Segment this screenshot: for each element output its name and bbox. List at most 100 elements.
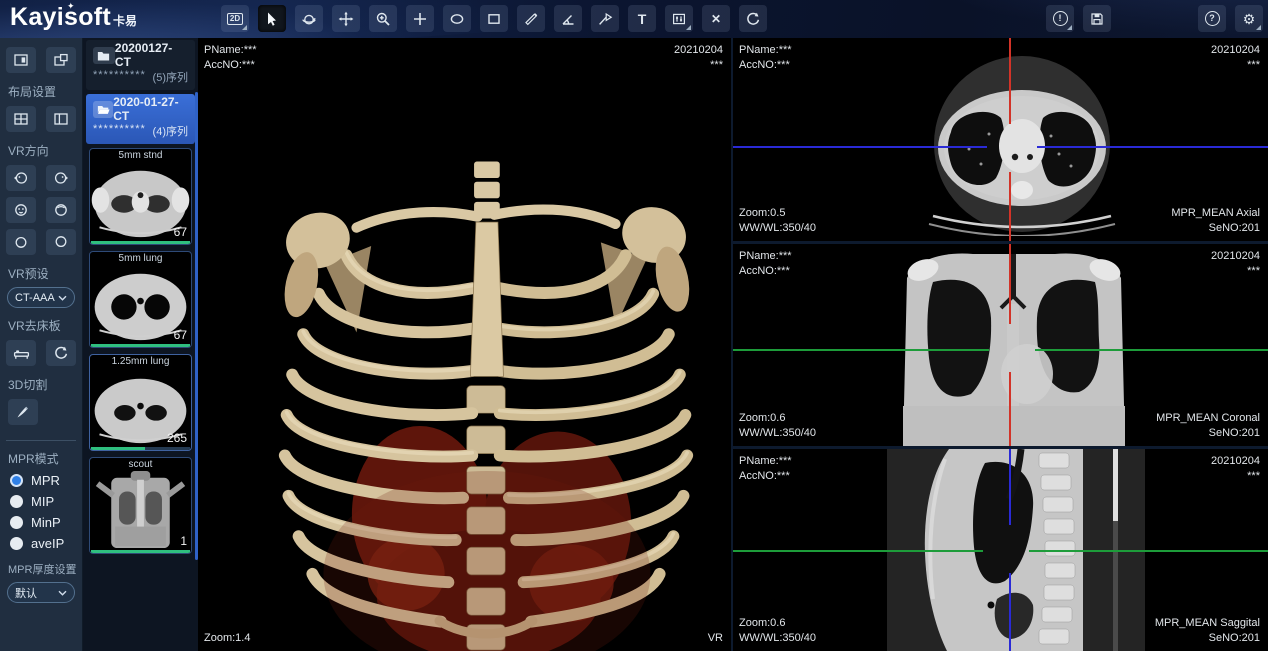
text-annotation-button[interactable]: T (628, 5, 656, 32)
axial-crosshair-h-right[interactable] (1037, 146, 1268, 148)
series-scrollbar[interactable] (195, 92, 198, 560)
wwwl: WW/WL:350/40 (739, 221, 816, 236)
reset-bed-button[interactable] (46, 340, 76, 366)
axial-crosshair-v-bottom[interactable] (1009, 172, 1011, 241)
sagittal-crosshair-h-left[interactable] (733, 550, 983, 552)
save-button[interactable] (1083, 5, 1111, 32)
vr-mode: VR (708, 631, 723, 646)
vr-preset-select[interactable]: CT-AAA (7, 287, 75, 308)
layout-buttons-row2 (6, 106, 76, 132)
series-thumbnail-5mm-stnd[interactable]: 5mm stnd 67 (89, 148, 192, 245)
measure-line-button[interactable] (517, 5, 545, 32)
coronal-crosshair-v-bottom[interactable] (1009, 372, 1011, 446)
axial-series-overlay: MPR_MEAN Axial SeNO:201 (1171, 206, 1260, 236)
radio-icon (10, 537, 23, 550)
ellipse-roi-icon (449, 11, 465, 27)
sagittal-patient-overlay: PName:*** AccNO:*** (739, 454, 792, 484)
measure-line-icon (523, 11, 539, 27)
seno: SeNO:201 (1171, 221, 1260, 236)
reset-view-button[interactable] (739, 5, 767, 32)
vr-viewport[interactable]: PName:*** AccNO:*** 20210204 *** Zoom:1.… (198, 38, 731, 651)
info-button[interactable]: ! (1046, 5, 1074, 32)
delete-annotation-button[interactable]: ✕ (702, 5, 730, 32)
mpr-mode-option-mip[interactable]: MIP (0, 494, 54, 509)
pan-button[interactable] (332, 5, 360, 32)
vr-preset-label: VR预设 (0, 265, 49, 282)
axial-crosshair-h-left[interactable] (733, 146, 987, 148)
remove-bed-button[interactable] (6, 340, 36, 366)
arrow-annotation-button[interactable] (591, 5, 619, 32)
mpr-mode-option-mpr[interactable]: MPR (0, 473, 60, 488)
mpr-sagittal-viewport[interactable]: PName:*** AccNO:*** 20210204 *** Zoom:0.… (733, 449, 1268, 651)
angle-measure-button[interactable] (554, 5, 582, 32)
load-progress-track (91, 241, 190, 244)
vr-head-down-button[interactable] (46, 229, 76, 255)
study-item-1[interactable]: 20200127-CT ********** (5)序列 (86, 40, 195, 90)
layout-buttons-row1 (6, 47, 76, 73)
series-thumbnail-125mm-lung[interactable]: 1.25mm lung 265 (89, 354, 192, 451)
sagittal-crosshair-v-top[interactable] (1009, 449, 1011, 525)
layout-swap-icon (53, 53, 69, 67)
coronal-patient-overlay: PName:*** AccNO:*** (739, 249, 792, 279)
sagittal-crosshair-v-bottom[interactable] (1009, 573, 1011, 651)
mpr-column: PName:*** AccNO:*** 20210204 *** Zoom:0.… (731, 38, 1268, 651)
coronal-crosshair-h-left[interactable] (733, 349, 989, 351)
layout-single-icon (13, 53, 29, 67)
thumbnail-image-count: 1 (180, 534, 187, 548)
layout-swap-button[interactable] (46, 47, 76, 73)
rotate-3d-button[interactable] (295, 5, 323, 32)
layout-left-panel-button[interactable] (46, 106, 76, 132)
sagittal-crosshair-h-right[interactable] (1029, 550, 1268, 552)
axial-crosshair-v-top[interactable] (1009, 38, 1011, 124)
load-progress-fill (91, 344, 190, 347)
cut3d-row (0, 399, 38, 425)
vr-debed-label: VR去床板 (0, 317, 61, 334)
zoom-in-button[interactable] (369, 5, 397, 32)
vr-accno: AccNO:*** (204, 58, 257, 73)
vr-debed-row (6, 340, 76, 366)
mpr-mode-option-aveip[interactable]: aveIP (0, 536, 64, 551)
study-series-count: (5)序列 (153, 69, 188, 85)
crosshair-button[interactable] (406, 5, 434, 32)
mpr-axial-viewport[interactable]: PName:*** AccNO:*** 20210204 *** Zoom:0.… (733, 38, 1268, 241)
app-window: Kayisoft卡易 ✦ 2D (0, 0, 1268, 651)
reset-bed-icon (53, 345, 69, 361)
vr-head-up-button[interactable] (6, 229, 36, 255)
coronal-crosshair-v-top[interactable] (1009, 244, 1011, 324)
series-thumbnail-5mm-lung[interactable]: 5mm lung 67 (89, 251, 192, 348)
load-progress-fill (91, 550, 190, 553)
layout-grid-button[interactable] (6, 106, 36, 132)
vr-study-overlay: 20210204 *** (674, 43, 723, 73)
coronal-crosshair-h-right[interactable] (1035, 349, 1268, 351)
radio-icon (10, 516, 23, 529)
vr-face-back-button[interactable] (46, 197, 76, 223)
mpr-mode-option-minp[interactable]: MinP (0, 515, 61, 530)
series-thumbnail-scout[interactable]: scout 1 (89, 457, 192, 554)
vr-zoom-overlay: Zoom:1.4 (204, 631, 250, 646)
thumbnail-image-count: 67 (174, 328, 187, 342)
logo-star-icon: ✦ (67, 1, 75, 12)
vr-face-front-button[interactable] (6, 197, 36, 223)
load-progress-track (91, 344, 190, 347)
sidebar-divider (6, 440, 76, 441)
rect-roi-button[interactable] (480, 5, 508, 32)
face-back-icon (53, 202, 69, 218)
mpr-coronal-viewport[interactable]: PName:*** AccNO:*** 20210204 *** Zoom:0.… (733, 244, 1268, 446)
layout-single-button[interactable] (6, 47, 36, 73)
axial-params-overlay: Zoom:0.5 WW/WL:350/40 (739, 206, 816, 236)
settings-button[interactable]: ⚙ (1235, 5, 1263, 32)
thumbnail-label: scout (90, 459, 191, 470)
scalpel-button[interactable] (8, 399, 38, 425)
vr-head-right-button[interactable] (46, 165, 76, 191)
mpr-thickness-select[interactable]: 默认 (7, 582, 75, 603)
study-item-2[interactable]: 2020-01-27-CT ********** (4)序列 (86, 94, 195, 144)
cursor-select-button[interactable] (258, 5, 286, 32)
window-level-button[interactable] (665, 5, 693, 32)
help-button[interactable]: ? (1198, 5, 1226, 32)
reset-icon (745, 11, 761, 27)
axial-ct-image (899, 54, 1145, 236)
layout-2d-button[interactable]: 2D (221, 5, 249, 32)
vr-head-left-button[interactable] (6, 165, 36, 191)
vr-direction-label: VR方向 (0, 142, 49, 159)
ellipse-roi-button[interactable] (443, 5, 471, 32)
